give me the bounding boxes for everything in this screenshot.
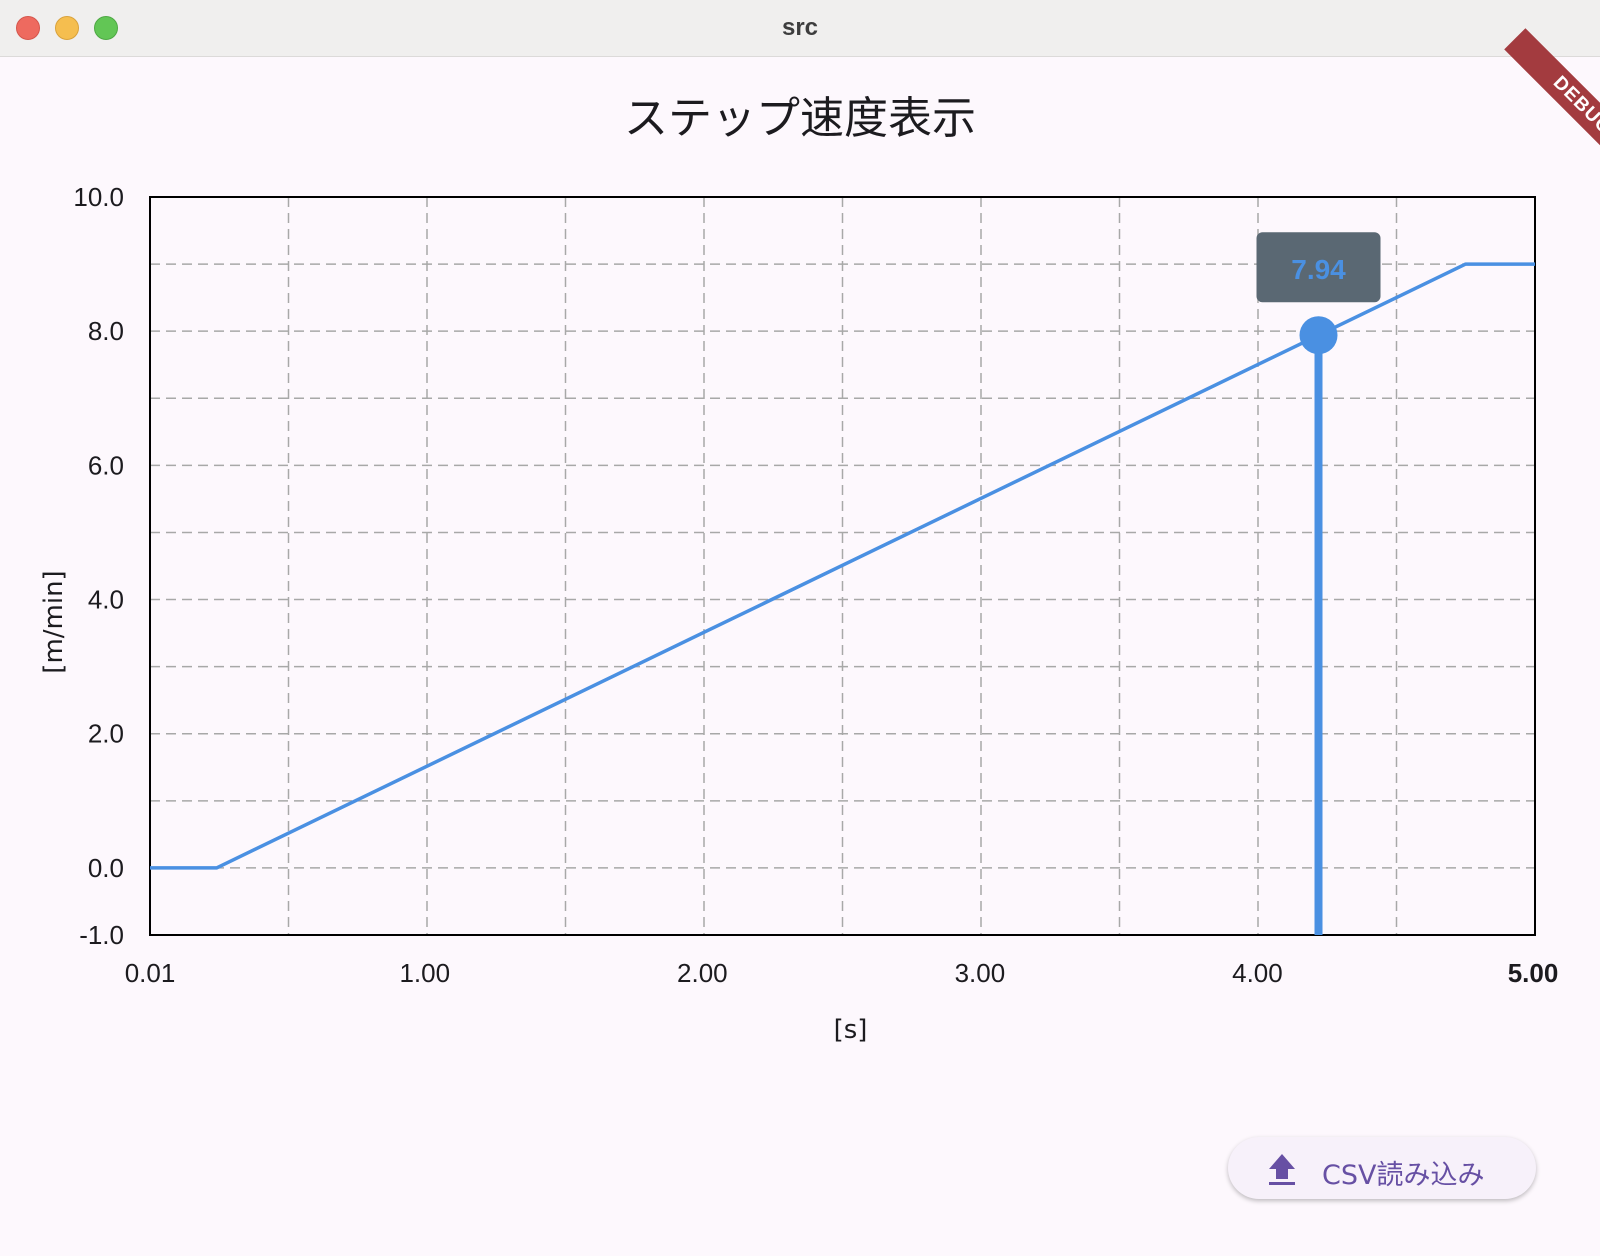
y-tick-label: 2.0 bbox=[88, 719, 124, 749]
csv-upload-button[interactable]: CSV読み込み bbox=[1228, 1137, 1536, 1199]
y-tick-label: 8.0 bbox=[88, 316, 124, 346]
speed-chart[interactable]: 7.94 10.0 8.0 6.0 4.0 2.0 0.0 -1.0 0.01 1.00 2.0… bbox=[0, 0, 1600, 1100]
y-tick-label: 4.0 bbox=[88, 585, 124, 615]
touch-indicator-dot[interactable] bbox=[1299, 316, 1338, 355]
y-tick-label: -1.0 bbox=[79, 920, 124, 950]
x-axis-ticks: 0.01 1.00 2.00 3.00 4.00 5.00 bbox=[125, 958, 1559, 988]
y-axis-label: [m/min] bbox=[39, 570, 69, 673]
value-tooltip-text: 7.94 bbox=[1291, 254, 1346, 285]
y-axis-ticks: 10.0 8.0 6.0 4.0 2.0 0.0 -1.0 bbox=[73, 182, 124, 950]
x-tick-label: 2.00 bbox=[677, 958, 728, 988]
y-tick-label: 6.0 bbox=[88, 450, 124, 480]
x-axis-label: [s] bbox=[834, 1015, 868, 1045]
x-tick-label: 5.00 bbox=[1508, 958, 1559, 988]
y-tick-label: 10.0 bbox=[73, 182, 124, 212]
upload-icon bbox=[1269, 1154, 1295, 1185]
x-tick-label: 3.00 bbox=[955, 958, 1006, 988]
y-tick-label: 0.0 bbox=[88, 853, 124, 883]
x-tick-label: 0.01 bbox=[125, 958, 176, 988]
csv-upload-label: CSV読み込み bbox=[1322, 1160, 1485, 1191]
chart-highlight[interactable]: 7.94 bbox=[1256, 232, 1381, 935]
x-tick-label: 1.00 bbox=[399, 958, 450, 988]
app-window: src ステップ速度表示 DEBUG 7.94 10.0 8.0 6.0 4.0 2.0… bbox=[0, 0, 1600, 1256]
x-tick-label: 4.00 bbox=[1232, 958, 1283, 988]
